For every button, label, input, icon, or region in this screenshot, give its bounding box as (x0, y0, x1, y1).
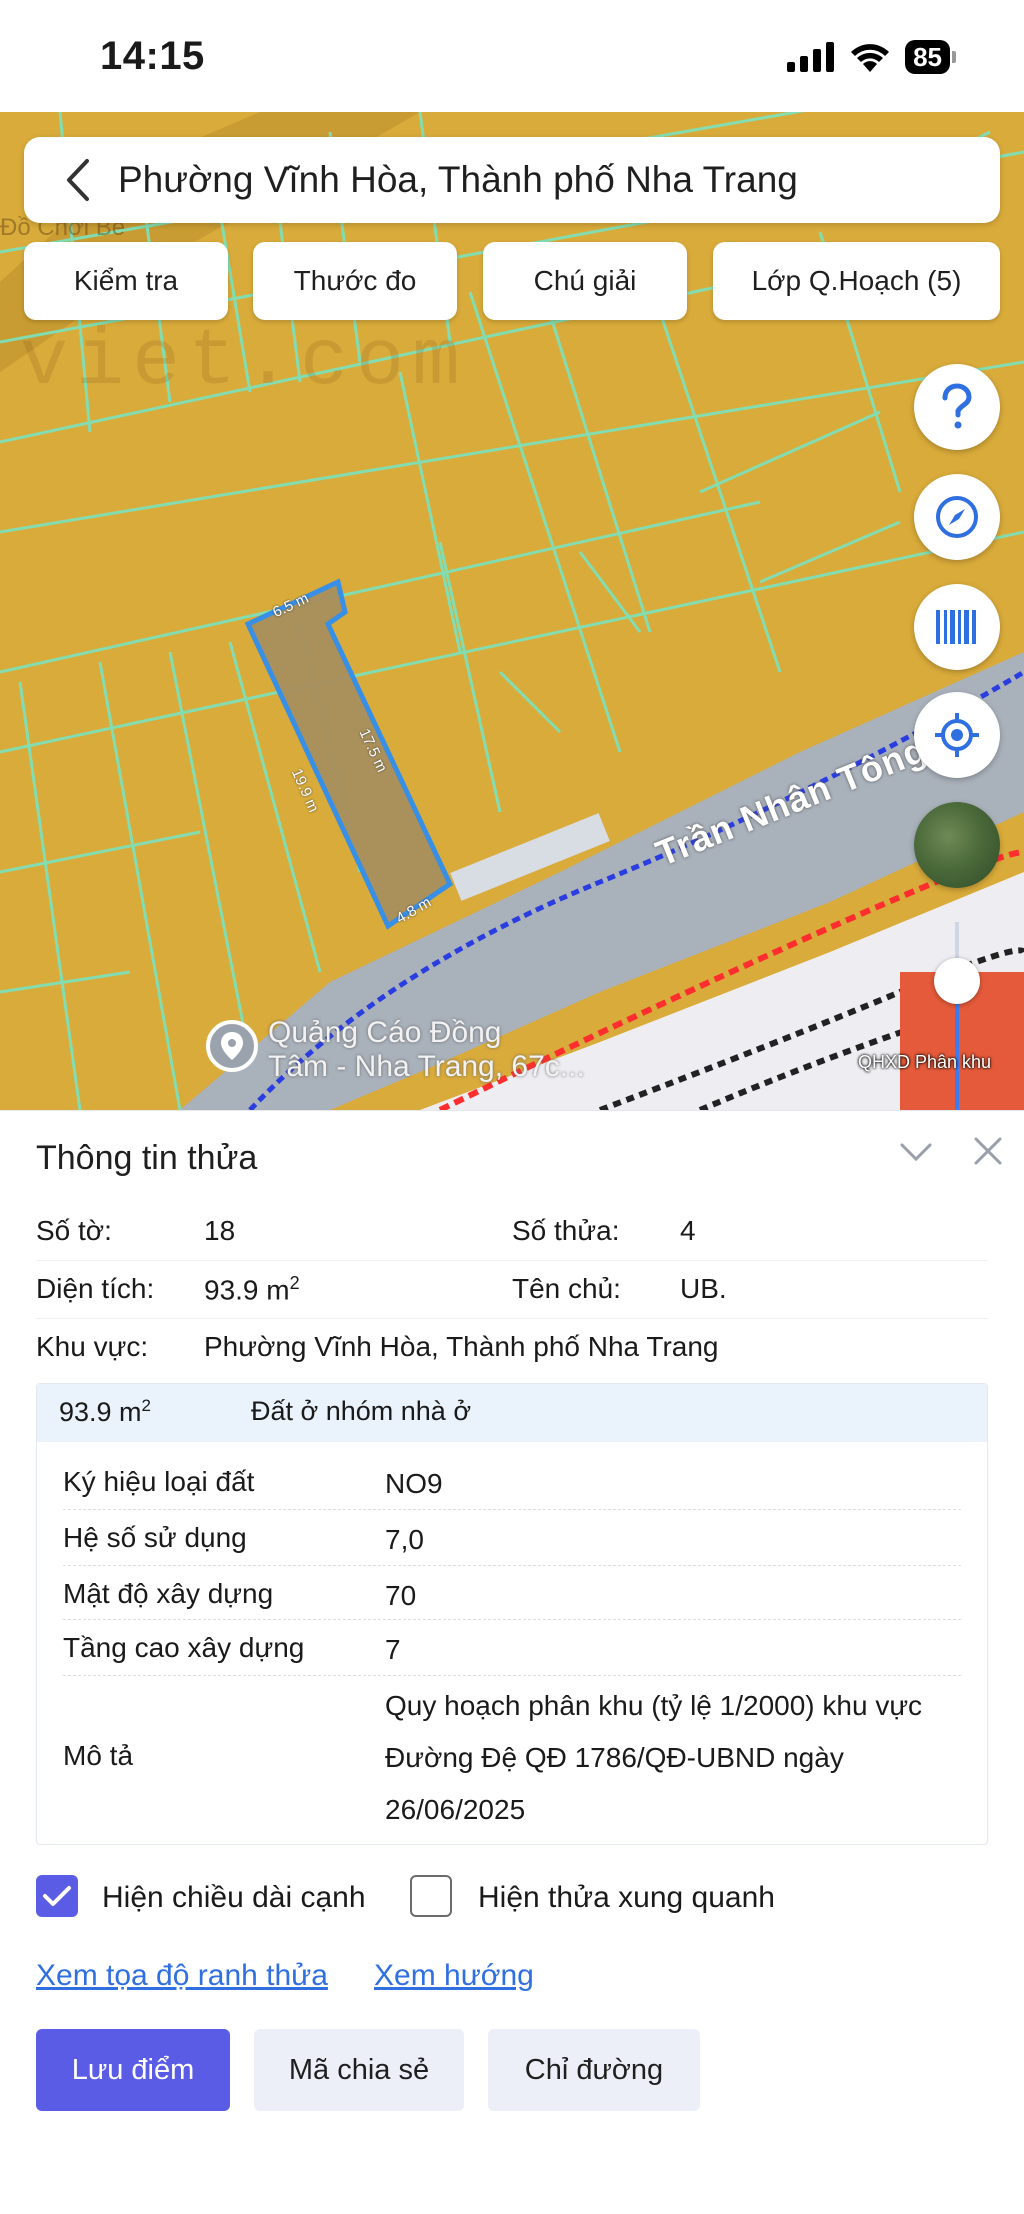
layer-label: QHXD Phân khu (858, 1052, 992, 1072)
planning-info-box: 93.9 m2 Đất ở nhóm nhà ở Ký hiệu loại đấ… (36, 1383, 988, 1845)
layer-opacity-thumb[interactable] (934, 958, 980, 1004)
info-row-area: Diện tích: 93.9 m2 Tên chủ: UB. (36, 1261, 988, 1319)
region-label: Khu vực: (36, 1331, 149, 1362)
my-location-button[interactable] (914, 692, 1000, 778)
crosshair-icon (935, 713, 979, 757)
help-button[interactable] (914, 364, 1000, 450)
show-neighbors-label[interactable]: Hiện thửa xung quanh (478, 1881, 775, 1915)
chevron-down-icon (900, 1143, 932, 1162)
planning-row: Tầng cao xây dựng 7 (63, 1620, 961, 1676)
barcode-button[interactable] (914, 584, 1000, 670)
location-search-bar[interactable]: Phường Vĩnh Hòa, Thành phố Nha Trang (24, 137, 1000, 223)
share-code-button[interactable]: Mã chia sẻ (254, 2029, 464, 2111)
poi-label[interactable]: Quảng Cáo Đồng Tâm - Nha Trang, 67c... (268, 1016, 585, 1084)
info-row-sheet: Số tờ: 18 Số thửa: 4 (36, 1203, 988, 1261)
planning-header: 93.9 m2 Đất ở nhóm nhà ở (37, 1384, 987, 1442)
parcel-info-panel: Thông tin thửa Số tờ: 18 Số thửa: 4 Diện… (0, 1110, 1024, 2214)
owner-label: Tên chủ: (512, 1273, 621, 1304)
planning-area: 93.9 m2 (59, 1396, 152, 1427)
map-view[interactable]: viet.com Đồ Chơi Bé Trần Nhân Tông 6.5 m… (0, 112, 1024, 1110)
sheet-label: Số tờ: (36, 1215, 112, 1246)
collapse-button[interactable] (898, 1133, 934, 1169)
planning-row-key: Tầng cao xây dựng (63, 1632, 305, 1663)
map-watermark: viet.com (20, 317, 469, 408)
wifi-icon (851, 44, 890, 72)
legend-button[interactable]: Chú giải (483, 242, 687, 320)
planning-desc-key: Mô tả (63, 1740, 134, 1771)
sheet-value: 18 (204, 1215, 236, 1246)
directions-button[interactable]: Chỉ đường (488, 2029, 700, 2111)
check-button[interactable]: Kiểm tra (24, 242, 228, 320)
planning-row-value: 70 (385, 1580, 417, 1611)
planning-area-unit-exponent: 2 (141, 1396, 152, 1415)
barcode-icon (936, 610, 976, 644)
checkmark-icon (43, 1886, 71, 1906)
status-bar: 14:15 85 (0, 0, 1024, 112)
close-button[interactable] (970, 1133, 1006, 1169)
planning-row-key: Hệ số sử dụng (63, 1522, 247, 1553)
status-time: 14:15 (100, 34, 205, 78)
display-options: Hiện chiều dài cạnh Hiện thửa xung quanh (36, 1875, 988, 1921)
battery-level: 85 (905, 40, 950, 74)
map-toolbar: Kiểm tra Thước đo Chú giải Lớp Q.Hoạch (… (24, 242, 1000, 320)
poi-marker[interactable] (206, 1020, 258, 1072)
compass-button[interactable] (914, 474, 1000, 560)
show-edges-checkbox[interactable] (36, 1875, 78, 1917)
planning-row-value: 7,0 (385, 1524, 424, 1555)
cellular-signal-icon (787, 42, 835, 72)
owner-value: UB. (680, 1273, 727, 1304)
direction-link[interactable]: Xem hướng (374, 1959, 534, 1993)
poi-label-line2: Tâm - Nha Trang, 67c... (268, 1050, 585, 1083)
poi-label-line1: Quảng Cáo Đồng (268, 1016, 502, 1049)
panel-title: Thông tin thửa (36, 1139, 258, 1177)
planning-row-value: NO9 (385, 1468, 443, 1499)
info-row-region: Khu vực: Phường Vĩnh Hòa, Thành phố Nha … (36, 1319, 988, 1377)
location-title[interactable]: Phường Vĩnh Hòa, Thành phố Nha Trang (118, 159, 798, 201)
measure-button[interactable]: Thước đo (253, 242, 457, 320)
chevron-left-icon (67, 159, 89, 201)
planning-row: Hệ số sử dụng 7,0 (63, 1510, 961, 1566)
back-button[interactable] (48, 150, 108, 210)
show-edges-label[interactable]: Hiện chiều dài cạnh (102, 1881, 366, 1915)
location-pin-icon (221, 1032, 243, 1060)
planning-row: Ký hiệu loại đất NO9 (63, 1454, 961, 1510)
region-value: Phường Vĩnh Hòa, Thành phố Nha Trang (204, 1331, 719, 1362)
planning-row: Mật độ xây dựng 70 (63, 1566, 961, 1620)
satellite-toggle-button[interactable] (914, 802, 1000, 888)
area-unit-exponent: 2 (289, 1273, 300, 1293)
parcel-value: 4 (680, 1215, 696, 1246)
planning-row-key: Mật độ xây dựng (63, 1578, 274, 1609)
planning-row-description: Mô tả Quy hoạch phân khu (tỷ lệ 1/2000) … (63, 1676, 961, 1842)
planning-desc-value: Quy hoạch phân khu (tỷ lệ 1/2000) khu vự… (385, 1690, 923, 1825)
battery-icon: 85 (905, 40, 956, 74)
planning-row-key: Ký hiệu loại đất (63, 1466, 255, 1497)
coordinates-link[interactable]: Xem tọa độ ranh thửa (36, 1959, 328, 1993)
planning-land-use: Đất ở nhóm nhà ở (251, 1396, 472, 1426)
planning-layers-button[interactable]: Lớp Q.Hoạch (5) (713, 242, 1000, 320)
planning-row-value: 7 (385, 1634, 401, 1665)
compass-icon (936, 496, 978, 538)
show-neighbors-checkbox[interactable] (410, 1875, 452, 1917)
parcel-label: Số thửa: (512, 1215, 620, 1246)
area-value: 93.9 m2 (204, 1273, 300, 1306)
save-point-button[interactable]: Lưu điểm (36, 2029, 230, 2111)
question-mark-icon (942, 383, 972, 429)
area-label: Diện tích: (36, 1273, 155, 1304)
close-icon (974, 1137, 1002, 1165)
status-icons: 85 (787, 40, 956, 74)
